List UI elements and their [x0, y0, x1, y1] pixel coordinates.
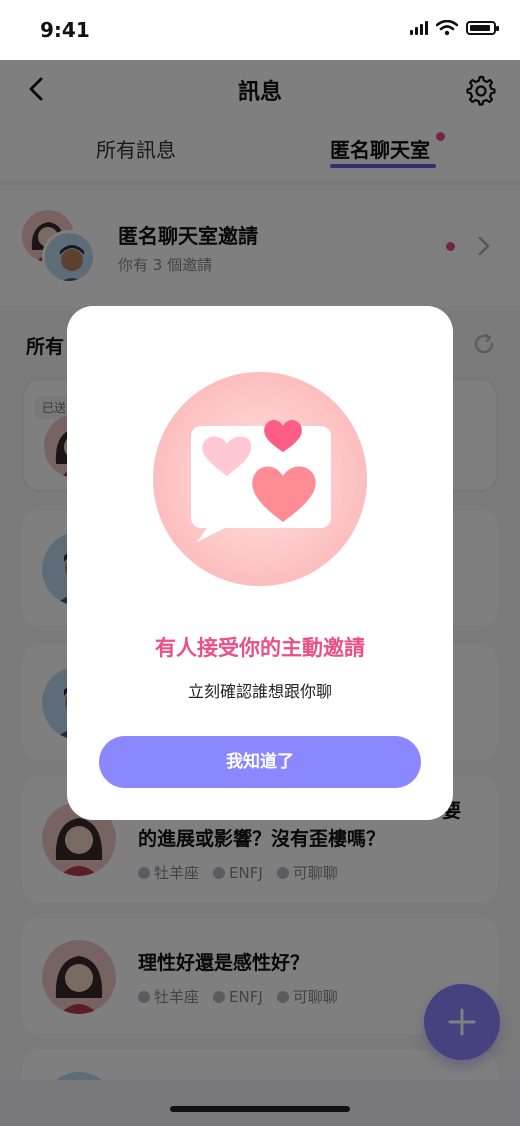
status-bar: 9:41 [0, 0, 520, 60]
dialog-title: 有人接受你的主動邀請 [155, 636, 365, 660]
cellular-signal-icon [410, 21, 428, 35]
invitation-accepted-dialog: 有人接受你的主動邀請 立刻確認誰想跟你聊 我知道了 [67, 306, 453, 820]
wifi-icon [436, 20, 458, 36]
home-indicator [170, 1106, 350, 1112]
battery-icon [466, 21, 499, 35]
chat-hearts-illustration [153, 372, 367, 586]
status-time: 9:41 [40, 18, 90, 42]
dialog-subtitle: 立刻確認誰想跟你聊 [187, 682, 332, 701]
messages-page: 9:41 訊息 所有訊息 匿名聊天室 [0, 0, 520, 1126]
status-icons [410, 20, 499, 36]
got-it-button[interactable]: 我知道了 [99, 736, 421, 788]
